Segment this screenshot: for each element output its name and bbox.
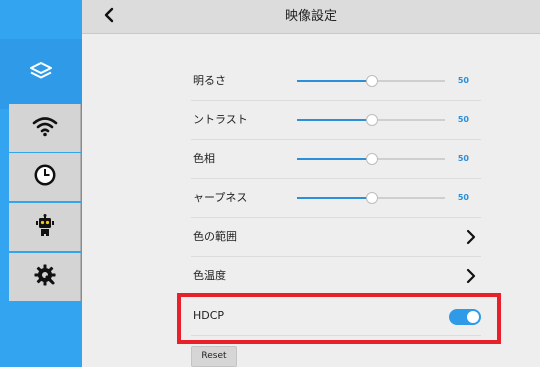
contrast-slider[interactable] bbox=[297, 114, 445, 126]
hue-slider-fill bbox=[297, 158, 371, 160]
sidebar-item-system[interactable] bbox=[9, 253, 81, 301]
robot-icon bbox=[33, 213, 57, 241]
sidebar bbox=[0, 0, 82, 367]
wifi-icon bbox=[32, 115, 58, 141]
color-range-label: 色の範囲 bbox=[193, 230, 237, 243]
page-title: 映像設定 bbox=[284, 9, 337, 24]
layers-icon bbox=[29, 60, 53, 88]
sidebar-item-display[interactable] bbox=[0, 39, 82, 109]
brightness-slider[interactable] bbox=[297, 75, 445, 87]
sidebar-item-robot[interactable] bbox=[9, 203, 81, 251]
color-temperature-row[interactable]: 色温度 bbox=[191, 257, 481, 296]
chevron-right-icon[interactable] bbox=[463, 229, 479, 245]
color-range-row[interactable]: 色の範囲 bbox=[191, 218, 481, 257]
brightness-slider-handle[interactable] bbox=[366, 75, 378, 87]
highlight-box bbox=[177, 293, 501, 344]
contrast-slider-handle[interactable] bbox=[366, 114, 378, 126]
sidebar-item-network[interactable] bbox=[9, 104, 81, 152]
brightness-slider-fill bbox=[297, 80, 371, 82]
sharpness-slider[interactable] bbox=[297, 192, 445, 204]
hue-slider[interactable] bbox=[297, 153, 445, 165]
clock-icon bbox=[33, 163, 57, 191]
chevron-right-icon[interactable] bbox=[463, 268, 479, 284]
sharpness-slider-handle[interactable] bbox=[366, 192, 378, 204]
brightness-value: 50 bbox=[457, 76, 469, 85]
sharpness-row: ャープネス 50 bbox=[191, 179, 481, 218]
sharpness-label: ャープネス bbox=[193, 191, 248, 204]
color-temperature-label: 色温度 bbox=[193, 269, 226, 282]
gear-wrench-icon bbox=[33, 263, 57, 291]
hue-label: 色相 bbox=[193, 152, 215, 165]
brightness-row: 明るさ 50 bbox=[191, 62, 481, 101]
brightness-label: 明るさ bbox=[193, 74, 226, 87]
contrast-row: ントラスト 50 bbox=[191, 101, 481, 140]
sidebar-item-time[interactable] bbox=[9, 153, 81, 201]
header-bar: 映像設定 bbox=[82, 0, 540, 34]
reset-button[interactable]: Reset bbox=[191, 346, 237, 367]
contrast-label: ントラスト bbox=[193, 113, 248, 126]
sharpness-value: 50 bbox=[457, 193, 469, 202]
sharpness-slider-fill bbox=[297, 197, 371, 199]
contrast-slider-fill bbox=[297, 119, 371, 121]
hue-slider-handle[interactable] bbox=[366, 153, 378, 165]
hue-value: 50 bbox=[457, 154, 469, 163]
hue-row: 色相 50 bbox=[191, 140, 481, 179]
contrast-value: 50 bbox=[457, 115, 469, 124]
